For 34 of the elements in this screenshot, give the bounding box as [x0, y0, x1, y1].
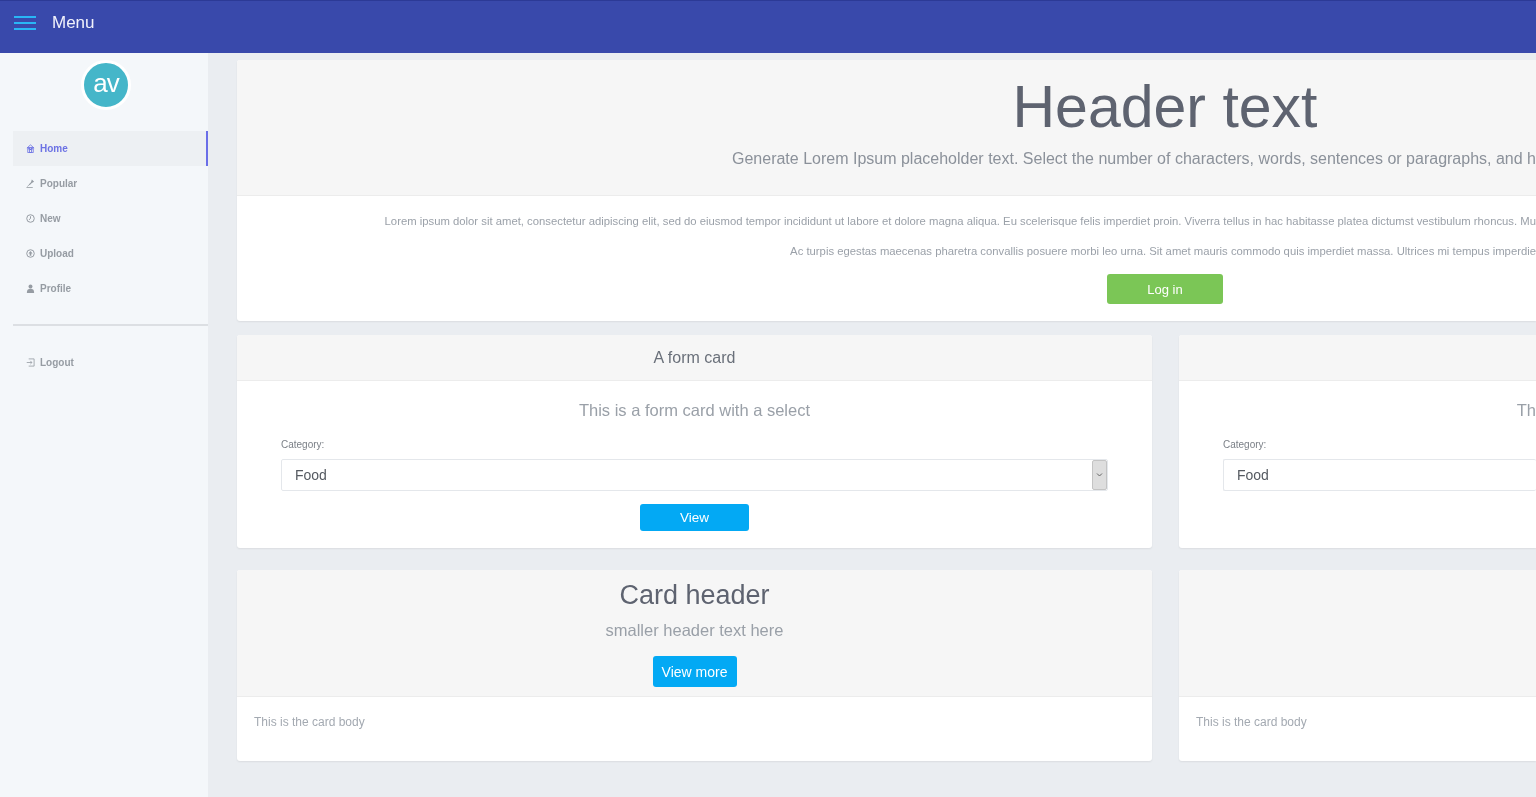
- card-header-subtitle: smaller header text here: [605, 620, 784, 641]
- nav-item[interactable]: Upload: [13, 236, 208, 271]
- pen-icon: [26, 179, 35, 188]
- hero-subtitle: Generate Lorem Ipsum placeholder text. Select the number of characters, words, sentences or paragraphs, and h: [732, 149, 1536, 169]
- lorem-paragraph: Ac turpis egestas maecenas pharetra convallis posuere morbi leo urna. Sit amet mauris commodo quis imperdiet massa. Ultrices mi tempus imperdie: [790, 244, 1536, 259]
- card-subtitle: This is a form card with a select: [578, 400, 811, 421]
- logout-item[interactable]: Logout: [13, 345, 208, 380]
- field-label: Category:: [281, 438, 325, 452]
- chevron-down-icon: [1092, 460, 1107, 490]
- clock-icon: [26, 214, 35, 223]
- view-more-button[interactable]: View more: [652, 656, 737, 687]
- view-button[interactable]: View: [640, 504, 749, 531]
- field-label: Category:: [1223, 438, 1267, 452]
- arrow-into-box-icon: [26, 358, 35, 367]
- nav-item[interactable]: Profile: [13, 271, 208, 306]
- nav-item[interactable]: Popular: [13, 166, 208, 201]
- menu-title: Menu: [52, 13, 95, 33]
- nav-item[interactable]: Home: [13, 131, 208, 166]
- menu-icon[interactable]: [14, 16, 36, 30]
- upload-icon: [26, 249, 35, 258]
- login-button[interactable]: Log in: [1107, 274, 1223, 304]
- avatar: av: [81, 60, 131, 110]
- card-body-text: This is the card body: [1196, 714, 1307, 730]
- nav-item[interactable]: New: [13, 201, 208, 236]
- hero-title: Header text: [1012, 74, 1318, 140]
- card-body-text: This is the card body: [254, 714, 365, 730]
- category-select[interactable]: Food: [281, 459, 1108, 491]
- card-title: A form card: [653, 348, 736, 367]
- lorem-paragraph: Lorem ipsum dolor sit amet, consectetur adipiscing elit, sed do eiusmod tempor incididunt ut labore et dolore magna aliqua. Eu scelerisque felis imperdiet proin. Viverra tellus in hac habitasse platea dictumst vestibulum rhoncus. Mu: [384, 214, 1536, 229]
- home-icon: [26, 144, 35, 153]
- person-icon: [26, 284, 35, 293]
- category-select[interactable]: Food: [1223, 459, 1536, 491]
- card-subtitle: Th: [1516, 400, 1536, 421]
- card-header-title: Card header: [619, 579, 770, 611]
